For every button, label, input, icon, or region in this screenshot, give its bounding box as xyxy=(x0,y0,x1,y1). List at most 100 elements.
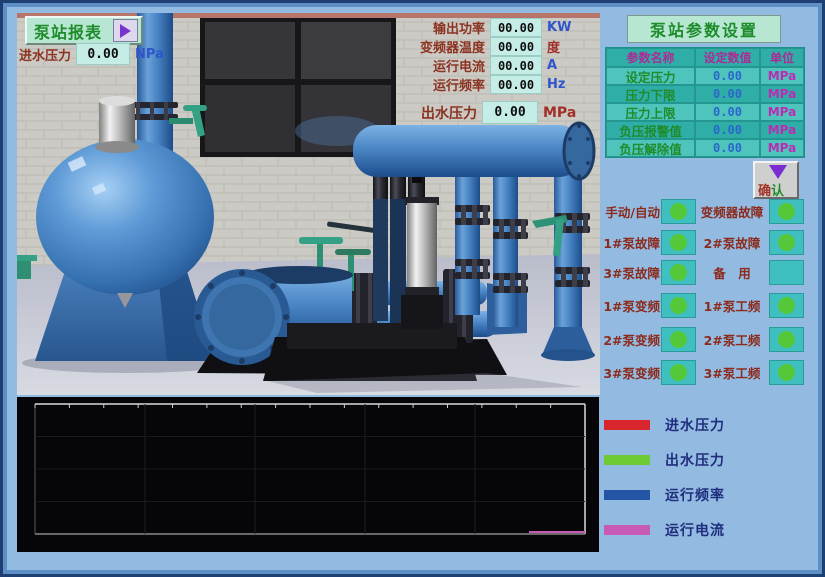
settings-panel-title: 泵站参数设置 xyxy=(627,15,781,43)
status-label: 3#泵变频 xyxy=(602,363,660,382)
inverter-temp-readout: 变频器温度 00.00 度 xyxy=(357,37,571,56)
table-row: 压力上限 0.00 MPa xyxy=(606,103,804,121)
table-row: 压力下限 0.00 MPa xyxy=(606,85,804,103)
outlet-pressure-value[interactable]: 0.00 xyxy=(482,101,538,124)
outlet-pressure-unit: MPa xyxy=(543,105,571,121)
run-frequency-unit: Hz xyxy=(547,77,571,92)
status-label: 备 用 xyxy=(696,263,768,282)
param-value[interactable]: 0.00 xyxy=(695,121,760,139)
report-button[interactable]: 泵站报表 xyxy=(25,16,143,45)
output-power-readout: 输出功率 00.00 KW xyxy=(357,18,571,37)
run-current-label: 运行电流 xyxy=(433,56,485,75)
legend-label: 出水压力 xyxy=(665,450,725,470)
parameter-table-header: 参数名称 设定数值 单位 xyxy=(606,48,804,67)
output-power-unit: KW xyxy=(547,20,571,35)
legend-label: 运行频率 xyxy=(665,485,725,505)
col-header-value: 设定数值 xyxy=(695,48,760,67)
run-frequency-value[interactable]: 00.00 xyxy=(490,75,542,94)
status-label: 2#泵工频 xyxy=(696,330,768,349)
hmi-screen: 泵站报表 进水压力 0.00 NPa 输出功率 00.00 KW 变频器温度 0… xyxy=(0,0,825,577)
report-button-label: 泵站报表 xyxy=(34,19,102,43)
param-name: 负压解除值 xyxy=(606,139,695,157)
param-unit: MPa xyxy=(760,139,804,157)
status-label: 3#泵工频 xyxy=(696,363,768,382)
run-frequency-readout: 运行频率 00.00 Hz xyxy=(357,75,571,94)
status-label: 变频器故障 xyxy=(696,202,768,221)
inlet-pressure-readout: 进水压力 0.00 NPa xyxy=(19,43,199,65)
pump-station-3d-scene: 泵站报表 进水压力 0.00 NPa 输出功率 00.00 KW 变频器温度 0… xyxy=(17,13,600,395)
status-label: 手动/自动 xyxy=(602,202,660,221)
output-power-label: 输出功率 xyxy=(433,18,485,37)
status-indicator[interactable] xyxy=(769,327,804,352)
param-value[interactable]: 0.00 xyxy=(695,103,760,121)
outlet-pressure-label: 出水压力 xyxy=(421,103,477,123)
status-indicator[interactable] xyxy=(661,199,696,224)
inlet-pressure-value[interactable]: 0.00 xyxy=(76,43,130,65)
confirm-down-triangle-icon xyxy=(769,165,787,179)
col-header-name: 参数名称 xyxy=(606,48,695,67)
inverter-temp-unit: 度 xyxy=(547,37,571,56)
col-header-unit: 单位 xyxy=(760,48,804,67)
status-indicator[interactable] xyxy=(769,360,804,385)
inverter-temp-label: 变频器温度 xyxy=(420,37,485,56)
confirm-button[interactable]: 确认 xyxy=(753,161,799,199)
trend-plot xyxy=(17,397,599,552)
inlet-pressure-unit: NPa xyxy=(135,47,164,62)
status-indicator[interactable] xyxy=(661,360,696,385)
param-value[interactable]: 0.00 xyxy=(695,85,760,103)
param-name: 设定压力 xyxy=(606,67,695,85)
status-row: 1#泵故障 2#泵故障 xyxy=(602,230,804,254)
run-frequency-label: 运行频率 xyxy=(433,75,485,94)
legend-swatch-inlet-pressure xyxy=(604,420,650,430)
param-unit: MPa xyxy=(760,121,804,139)
outlet-pressure-readout: 出水压力 0.00 MPa xyxy=(357,101,571,124)
hmi-frame: 泵站报表 进水压力 0.00 NPa 输出功率 00.00 KW 变频器温度 0… xyxy=(3,3,822,574)
status-indicator[interactable] xyxy=(661,293,696,318)
status-label: 2#泵变频 xyxy=(602,330,660,349)
legend-label: 运行电流 xyxy=(665,520,725,540)
status-indicator[interactable] xyxy=(661,327,696,352)
trend-chart[interactable] xyxy=(17,397,599,552)
legend-swatch-run-current xyxy=(604,525,650,535)
param-name: 压力下限 xyxy=(606,85,695,103)
run-current-value[interactable]: 00.00 xyxy=(490,56,542,75)
legend-item: 运行频率 xyxy=(604,485,819,505)
status-label: 2#泵故障 xyxy=(696,233,768,252)
param-unit: MPa xyxy=(760,103,804,121)
param-name: 负压报警值 xyxy=(606,121,695,139)
parameter-table: 参数名称 设定数值 单位 设定压力 0.00 MPa 压力下限 0.00 MPa… xyxy=(605,47,805,158)
legend-swatch-outlet-pressure xyxy=(604,455,650,465)
table-row: 负压报警值 0.00 MPa xyxy=(606,121,804,139)
play-icon[interactable] xyxy=(113,19,138,42)
confirm-button-label: 确认 xyxy=(758,180,784,199)
status-indicator[interactable] xyxy=(661,230,696,255)
status-row: 2#泵变频 2#泵工频 xyxy=(602,327,804,351)
run-current-unit: A xyxy=(547,58,571,73)
legend-swatch-run-frequency xyxy=(604,490,650,500)
status-indicator[interactable] xyxy=(661,260,696,285)
legend-item: 进水压力 xyxy=(604,415,819,435)
status-label: 3#泵故障 xyxy=(602,263,660,282)
legend-item: 运行电流 xyxy=(604,520,819,540)
table-row: 设定压力 0.00 MPa xyxy=(606,67,804,85)
status-label: 1#泵变频 xyxy=(602,296,660,315)
legend-item: 出水压力 xyxy=(604,450,819,470)
status-row: 1#泵变频 1#泵工频 xyxy=(602,293,804,317)
status-indicator[interactable] xyxy=(769,199,804,224)
status-row: 3#泵故障 备 用 xyxy=(602,260,804,284)
run-current-readout: 运行电流 00.00 A xyxy=(357,56,571,75)
status-indicator[interactable] xyxy=(769,260,804,285)
output-power-value[interactable]: 00.00 xyxy=(490,18,542,37)
table-row: 负压解除值 0.00 MPa xyxy=(606,139,804,157)
param-unit: MPa xyxy=(760,67,804,85)
param-name: 压力上限 xyxy=(606,103,695,121)
inverter-temp-value[interactable]: 00.00 xyxy=(490,37,542,56)
status-indicator[interactable] xyxy=(769,230,804,255)
status-label: 1#泵工频 xyxy=(696,296,768,315)
status-row: 手动/自动 变频器故障 xyxy=(602,199,804,223)
param-value[interactable]: 0.00 xyxy=(695,67,760,85)
legend-label: 进水压力 xyxy=(665,415,725,435)
inlet-pressure-label: 进水压力 xyxy=(19,45,71,64)
status-indicator[interactable] xyxy=(769,293,804,318)
param-value[interactable]: 0.00 xyxy=(695,139,760,157)
